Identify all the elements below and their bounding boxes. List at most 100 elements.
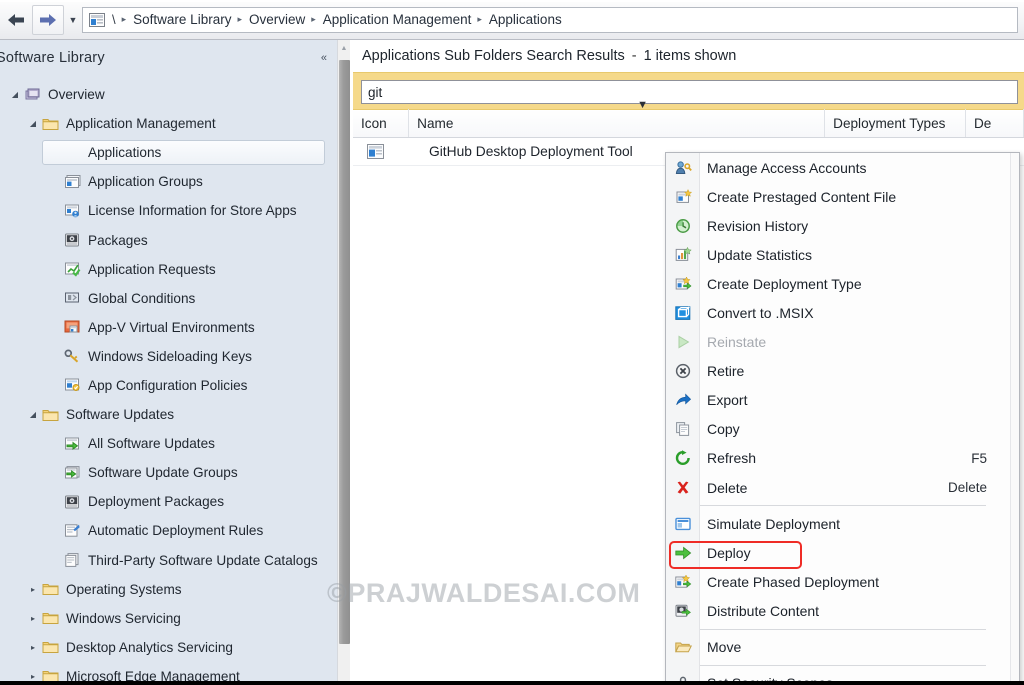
scroll-up-icon[interactable]: ▲ <box>338 40 350 57</box>
retire-icon <box>666 357 700 386</box>
expander-icon[interactable]: ▸ <box>26 585 40 594</box>
sidebar-item-label: Global Conditions <box>88 290 196 306</box>
sidebar-item-overview[interactable]: ◢ Overview <box>0 80 337 109</box>
sidebar-scrollbar-thumb[interactable] <box>339 60 350 644</box>
context-menu-item-label: Create Deployment Type <box>707 275 862 292</box>
context-menu-item-distribute-content[interactable]: Distribute Content <box>666 596 1019 625</box>
sidebar-item-application-groups[interactable]: Application Groups <box>0 167 337 196</box>
sidebar-item-application-management[interactable]: ◢ Application Management <box>0 109 337 138</box>
expander-icon[interactable]: ◢ <box>26 410 40 419</box>
context-menu-item-label: Retire <box>707 363 745 380</box>
sidebar-item-packages[interactable]: Packages <box>0 225 337 254</box>
context-menu-separator <box>700 505 986 507</box>
column-header-icon[interactable]: Icon <box>353 109 410 137</box>
breadcrumb-separator-icon: ▸ <box>237 14 242 24</box>
context-menu-item-label: Deploy <box>707 544 751 561</box>
breadcrumb-application-management[interactable]: Application Management <box>323 12 472 27</box>
sidebar-item-label: Windows Sideloading Keys <box>88 348 252 364</box>
overview-icon <box>22 86 42 104</box>
context-menu-item-convert-to-msix[interactable]: Convert to .MSIX <box>666 298 1019 327</box>
context-menu-item-deploy[interactable]: Deploy <box>666 538 1019 567</box>
package-icon <box>62 493 82 511</box>
sidebar-scrollbar[interactable]: ▲ <box>337 40 350 685</box>
expander-icon[interactable]: ▸ <box>26 672 40 681</box>
sidebar-item-windows-servicing[interactable]: ▸ Windows Servicing <box>0 604 337 633</box>
sidebar-item-software-updates[interactable]: ◢ Software Updates <box>0 400 337 429</box>
sidebar-item-application-requests[interactable]: Application Requests <box>0 255 337 284</box>
sidebar-collapse-button[interactable]: « <box>321 52 327 64</box>
adr-icon <box>62 522 82 540</box>
expander-icon[interactable]: ▸ <box>26 614 40 623</box>
search-input[interactable]: git <box>361 80 1018 104</box>
context-menu-item-label: Distribute Content <box>707 602 820 619</box>
sort-indicator-icon: ▼ <box>637 99 649 111</box>
sidebar-item-license-information-for-store-apps[interactable]: License Information for Store Apps <box>0 196 337 225</box>
context-menu-item-create-phased-deployment[interactable]: Create Phased Deployment <box>666 567 1019 596</box>
sidebar-item-label: Software Update Groups <box>88 465 238 481</box>
breadcrumb-software-library[interactable]: Software Library <box>133 12 231 27</box>
results-count: 1 items shown <box>643 48 737 64</box>
sidebar-item-software-update-groups[interactable]: Software Update Groups <box>0 458 337 487</box>
expander-icon[interactable]: ◢ <box>8 90 22 99</box>
context-menu-item-label: Convert to .MSIX <box>707 305 814 322</box>
chevron-down-icon: ▼ <box>68 14 78 25</box>
sidebar-item-third-party-software-update-catalogs[interactable]: Third-Party Software Update Catalogs <box>0 546 337 575</box>
sidebar-item-operating-systems[interactable]: ▸ Operating Systems <box>0 575 337 604</box>
back-button[interactable] <box>0 5 32 35</box>
application-group-icon <box>62 173 82 191</box>
context-menu-item-label: Simulate Deployment <box>707 515 841 532</box>
context-menu-item-delete[interactable]: Delete Delete <box>666 473 1019 502</box>
context-menu-item-retire[interactable]: Retire <box>666 357 1019 386</box>
context-menu-item-label: Reinstate <box>707 334 767 351</box>
back-arrow-icon <box>8 13 24 26</box>
sidebar-item-desktop-analytics-servicing[interactable]: ▸ Desktop Analytics Servicing <box>0 633 337 662</box>
context-menu-item-create-prestaged-content-file[interactable]: Create Prestaged Content File <box>666 182 1019 211</box>
sidebar-item-applications[interactable]: Applications <box>0 138 337 167</box>
console-node-icon <box>87 11 107 29</box>
catalog-icon <box>62 551 82 569</box>
context-menu-item-label: Move <box>707 639 742 656</box>
context-menu-item-update-statistics[interactable]: Update Statistics <box>666 240 1019 269</box>
sidebar-item-label: Application Management <box>66 116 216 132</box>
column-header-name[interactable]: Name ▼ <box>409 99 826 137</box>
sidebar-item-label: Application Requests <box>88 261 216 277</box>
context-menu-item-revision-history[interactable]: Revision History <box>666 211 1019 240</box>
context-menu-item-copy[interactable]: Copy <box>666 415 1019 444</box>
sidebar-item-label: Software Updates <box>66 407 175 423</box>
context-menu-item-label: Copy <box>707 421 740 438</box>
navigation-bar: ▼ \ ▸ Software Library ▸ Overview ▸ Appl… <box>0 0 1024 40</box>
context-menu-items: Manage Access Accounts Create Prestaged C… <box>666 153 1019 685</box>
forward-arrow-icon <box>40 13 56 26</box>
history-dropdown-button[interactable]: ▼ <box>64 5 82 35</box>
sidebar-item-global-conditions[interactable]: Global Conditions <box>0 284 337 313</box>
sidebar-item-automatic-deployment-rules[interactable]: Automatic Deployment Rules <box>0 516 337 545</box>
column-header-de[interactable]: De <box>966 109 1024 137</box>
sidebar-item-windows-sideloading-keys[interactable]: Windows Sideloading Keys <box>0 342 337 371</box>
context-menu-item-simulate-deployment[interactable]: Simulate Deployment <box>666 509 1019 538</box>
distribute-content-icon <box>666 596 700 625</box>
breadcrumb-applications[interactable]: Applications <box>489 12 562 27</box>
sidebar-item-deployment-packages[interactable]: Deployment Packages <box>0 487 337 516</box>
forward-button[interactable] <box>32 4 64 35</box>
context-menu-item-create-deployment-type[interactable]: Create Deployment Type <box>666 269 1019 298</box>
sidebar-item-all-software-updates[interactable]: All Software Updates <box>0 429 337 458</box>
context-menu-item-move[interactable]: Move <box>666 633 1019 662</box>
sidebar-item-label: Windows Servicing <box>66 610 181 626</box>
breadcrumb-overview[interactable]: Overview <box>249 12 305 27</box>
sidebar-item-label: All Software Updates <box>88 436 215 452</box>
expander-icon[interactable]: ▸ <box>26 643 40 652</box>
sidebar-item-app-configuration-policies[interactable]: App Configuration Policies <box>0 371 337 400</box>
sidebar-item-app-v-virtual-environments[interactable]: App-V Virtual Environments <box>0 313 337 342</box>
column-header-deployment-types[interactable]: Deployment Types <box>825 109 966 137</box>
context-menu-item-manage-access-accounts[interactable]: Manage Access Accounts <box>666 153 1019 182</box>
appv-icon <box>62 318 82 336</box>
expander-icon[interactable]: ◢ <box>26 119 40 128</box>
context-menu-item-export[interactable]: Export <box>666 386 1019 415</box>
sidebar-title: Software Library <box>0 50 105 66</box>
context-menu-item-label: Delete <box>707 479 748 496</box>
sidebar-item-label: License Information for Store Apps <box>88 203 297 219</box>
address-bar[interactable]: \ ▸ Software Library ▸ Overview ▸ Applic… <box>82 6 1018 33</box>
results-dash: - <box>631 48 637 64</box>
context-menu-separator <box>700 664 986 666</box>
context-menu-item-refresh[interactable]: Refresh F5 <box>666 444 1019 473</box>
